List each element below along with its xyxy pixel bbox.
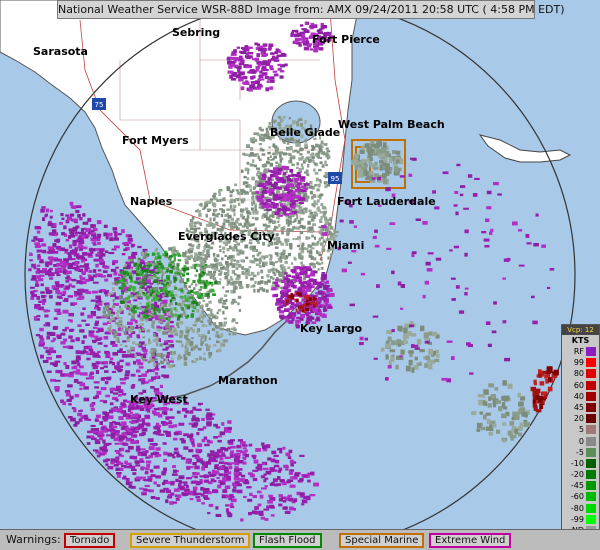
scale-label: 45 xyxy=(573,402,584,412)
city-label-west-palm-beach: West Palm Beach xyxy=(338,118,445,131)
scale-label: -5 xyxy=(576,447,584,457)
scale-row: -80 xyxy=(562,503,599,514)
scale-label: -99 xyxy=(570,514,584,524)
radar-map: 75 95 National Weather Service WSR-88D I… xyxy=(0,0,600,550)
scale-swatch xyxy=(586,391,596,401)
scale-swatch xyxy=(586,414,596,424)
scale-swatch xyxy=(586,402,596,412)
radar-canvas: 75 95 xyxy=(0,0,576,550)
city-label-marathon: Marathon xyxy=(218,374,278,387)
warning-flash-flood[interactable]: Flash Flood xyxy=(253,533,322,548)
scale-row: 0 xyxy=(562,436,599,447)
scale-header: Vcp: 12 xyxy=(562,325,599,335)
scale-label: 99 xyxy=(573,358,584,368)
i95-label: 95 xyxy=(331,175,340,183)
scale-swatch xyxy=(586,425,596,435)
scale-swatch xyxy=(586,369,596,379)
warning-tornado[interactable]: Tornado xyxy=(64,533,116,548)
scale-row: RF xyxy=(562,346,599,357)
city-label-sarasota: Sarasota xyxy=(33,45,88,58)
scale-swatch xyxy=(586,481,596,491)
header-title: National Weather Service WSR-88D Image f… xyxy=(57,0,565,19)
scale-label: -80 xyxy=(570,503,584,513)
scale-label: -10 xyxy=(570,458,584,468)
scale-swatch xyxy=(586,458,596,468)
scale-row: 5 xyxy=(562,424,599,435)
scale-row: 20 xyxy=(562,413,599,424)
scale-row: 99 xyxy=(562,357,599,368)
scale-row: -10 xyxy=(562,458,599,469)
scale-unit: KTS xyxy=(571,336,590,345)
warnings-bar: Warnings: Tornado Severe Thunderstorm Fl… xyxy=(0,529,600,550)
scale-row: 45 xyxy=(562,402,599,413)
scale-row: -20 xyxy=(562,469,599,480)
scale-swatch xyxy=(586,503,596,513)
scale-swatch xyxy=(586,514,596,524)
city-label-belle-glade: Belle Glade xyxy=(270,126,341,139)
warning-severe-thunderstorm[interactable]: Severe Thunderstorm xyxy=(130,533,251,548)
city-label-miami: Miami xyxy=(327,239,365,252)
velocity-color-scale: Vcp: 12 KTS RF 99 80 60 40 45 20 5 0 -5 -10 -20 -45-… xyxy=(561,324,600,544)
scale-swatch xyxy=(586,436,596,446)
scale-label: 80 xyxy=(573,369,584,379)
city-label-everglades-city: Everglades City xyxy=(178,230,275,243)
scale-row: 60 xyxy=(562,380,599,391)
scale-label: -20 xyxy=(570,470,584,480)
scale-swatch xyxy=(586,380,596,390)
scale-row: -60 xyxy=(562,491,599,502)
scale-label: 60 xyxy=(573,380,584,390)
city-label-fort-lauderdale: Fort Lauderdale xyxy=(337,195,436,208)
city-label-sebring: Sebring xyxy=(172,26,221,39)
city-label-fort-myers: Fort Myers xyxy=(122,134,189,147)
scale-row: -99 xyxy=(562,514,599,525)
scale-label: 20 xyxy=(573,414,584,424)
i95-shield: 95 xyxy=(328,172,342,184)
scale-row: -45 xyxy=(562,480,599,491)
warnings-title: Warnings: xyxy=(6,533,61,546)
warning-extreme-wind[interactable]: Extreme Wind xyxy=(429,533,512,548)
scale-rows: RF99806040452050-5-10-20-45-60-80-99ND xyxy=(562,346,599,536)
i75-shield: 75 xyxy=(92,98,106,110)
scale-row: 40 xyxy=(562,391,599,402)
grand-bahama xyxy=(478,134,572,163)
scale-swatch xyxy=(586,447,596,457)
scale-label: RF xyxy=(573,347,584,356)
scale-swatch xyxy=(586,470,596,480)
city-label-key-largo: Key Largo xyxy=(300,322,363,335)
scale-label: 5 xyxy=(578,425,584,435)
scale-label: 40 xyxy=(573,391,584,401)
city-label-naples: Naples xyxy=(130,195,173,208)
scale-label: -60 xyxy=(570,492,584,502)
scale-swatch xyxy=(586,358,596,368)
scale-label: 0 xyxy=(578,436,584,446)
warning-special-marine[interactable]: Special Marine xyxy=(339,533,425,548)
i75-label: 75 xyxy=(95,101,104,109)
city-label-key-west: Key West xyxy=(130,393,188,406)
scale-swatch xyxy=(586,347,596,356)
scale-swatch xyxy=(586,492,596,502)
scale-row: 80 xyxy=(562,368,599,379)
scale-row: -5 xyxy=(562,447,599,458)
city-label-fort-pierce: Fort Pierce xyxy=(312,33,380,46)
scale-label: -45 xyxy=(570,481,584,491)
